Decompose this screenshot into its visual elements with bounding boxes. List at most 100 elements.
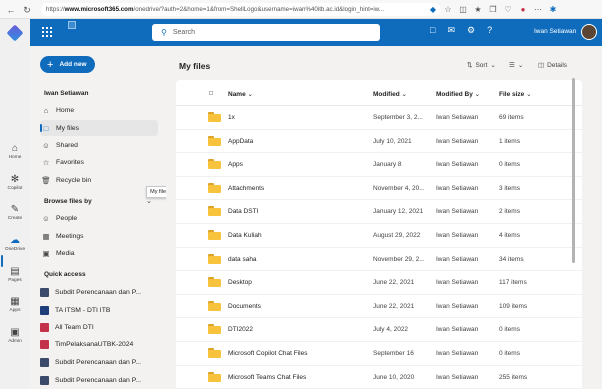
nav-item-recycle-bin[interactable]: 🗑 Recycle bin bbox=[40, 172, 158, 188]
file-name[interactable]: data saha bbox=[228, 256, 257, 263]
column-modified[interactable]: Modified ⌄ bbox=[373, 90, 407, 98]
help-icon[interactable]: ? bbox=[487, 25, 492, 36]
details-pane-icon: ◫ bbox=[538, 62, 545, 69]
main-content: My files ⇅ Sort ⌄ ☰ ⌄ ◫ Details □ Name ⌄… bbox=[166, 46, 602, 389]
rail-onedrive[interactable]: ☁ OneDrive bbox=[0, 235, 30, 252]
nav-item-label: Home bbox=[56, 106, 75, 114]
file-name[interactable]: DTI2022 bbox=[228, 326, 253, 333]
address-bar[interactable]: https://www.microsoft365.com/onedrive/?a… bbox=[41, 3, 441, 16]
column-modified-by[interactable]: Modified By ⌄ bbox=[436, 90, 480, 98]
user-name[interactable]: Iwan Setiawan bbox=[534, 28, 576, 35]
m365-logo-icon[interactable] bbox=[6, 24, 24, 42]
file-modified: January 12, 2021 bbox=[373, 208, 424, 216]
table-row[interactable]: Apps January 8 Iwan Setiawan 0 items bbox=[176, 153, 582, 177]
file-modified: November 29, 2... bbox=[373, 255, 425, 263]
copilot-browser-icon[interactable]: ✱ bbox=[547, 3, 559, 15]
quick-access-item[interactable]: All Team DTI bbox=[40, 319, 158, 335]
file-name[interactable]: Attachments bbox=[228, 185, 264, 192]
table-row[interactable]: Desktop June 22, 2021 Iwan Setiawan 117 ite… bbox=[176, 271, 582, 295]
extension-icon[interactable]: ◆ bbox=[427, 3, 439, 15]
file-modified: July 4, 2022 bbox=[373, 326, 409, 334]
rail-pages[interactable]: ▤ Pages bbox=[0, 266, 30, 283]
quick-access-item[interactable]: Subdit Perencanaan dan P... bbox=[40, 354, 158, 370]
nav-item-favorites[interactable]: ☆ Favorites bbox=[40, 154, 158, 170]
sort-label: Sort bbox=[475, 61, 488, 69]
rail-admin[interactable]: ▣ Admin bbox=[0, 327, 30, 344]
file-name[interactable]: Microsoft Teams Chat Files bbox=[228, 374, 306, 381]
file-name[interactable]: Data Kuliah bbox=[228, 232, 262, 239]
rail-onedrive-label: OneDrive bbox=[4, 247, 26, 252]
nav-item-shared[interactable]: ☺ Shared bbox=[40, 137, 158, 153]
rail-copilot[interactable]: ✻ Copilot bbox=[0, 174, 30, 191]
table-row[interactable]: Documents June 22, 2021 Iwan Setiawan 109 i… bbox=[176, 295, 582, 319]
file-size: 0 items bbox=[499, 326, 520, 334]
column-name[interactable]: Name ⌄ bbox=[228, 90, 253, 98]
nav-item-label: My files bbox=[56, 124, 80, 132]
refresh-icon[interactable]: ↻ bbox=[20, 3, 34, 17]
table-row[interactable]: Attachments November 4, 20... Iwan Setiawa… bbox=[176, 177, 582, 201]
file-name[interactable]: 1x bbox=[228, 114, 235, 121]
nav-item-people[interactable]: ☺ People bbox=[40, 210, 158, 226]
quick-access-label: Subdit Perencanaan dan P... bbox=[55, 358, 142, 366]
nav-item-my-files[interactable]: □ My files bbox=[40, 120, 158, 136]
rail-create[interactable]: ✎ Create bbox=[0, 204, 30, 221]
sort-button[interactable]: ⇅ Sort ⌄ bbox=[467, 61, 496, 70]
favorite-star-icon[interactable]: ☆ bbox=[442, 3, 454, 15]
nav-item-meetings[interactable]: ▦ Meetings bbox=[40, 228, 158, 244]
column-file-size[interactable]: File size ⌄ bbox=[499, 90, 532, 98]
view-options-button[interactable]: ☰ ⌄ bbox=[509, 61, 523, 69]
quick-access-item[interactable]: Subdit Perencanaan dan P... bbox=[40, 284, 158, 300]
feedback-icon[interactable]: ✉ bbox=[447, 25, 455, 36]
avatar[interactable] bbox=[581, 24, 597, 40]
nav-item-home[interactable]: ⌂ Home bbox=[40, 102, 158, 118]
rail-apps[interactable]: ▦ Apps bbox=[0, 296, 30, 313]
file-modified: June 22, 2021 bbox=[373, 279, 415, 287]
admin-icon: ▣ bbox=[10, 327, 20, 338]
scrollbar[interactable] bbox=[572, 78, 575, 263]
favorites-icon[interactable]: ★ bbox=[472, 3, 484, 15]
table-row[interactable]: Microsoft Copilot Chat Files September 16… bbox=[176, 342, 582, 366]
split-screen-icon[interactable]: ◫ bbox=[457, 3, 469, 15]
page-title: My files bbox=[179, 61, 211, 71]
trash-icon: 🗑 bbox=[41, 175, 51, 185]
details-button[interactable]: ◫ Details bbox=[538, 61, 567, 70]
collections-icon[interactable]: ❐ bbox=[487, 3, 499, 15]
table-row[interactable]: Data Kuliah August 29, 2022 Iwan Setiawan 4… bbox=[176, 224, 582, 248]
back-icon[interactable]: ← bbox=[4, 3, 18, 17]
rail-home[interactable]: ⌂ Home bbox=[0, 143, 30, 160]
file-name[interactable]: AppData bbox=[228, 138, 253, 145]
chat-icon[interactable]: □ bbox=[430, 25, 435, 36]
table-row[interactable]: 1x September 3, 2... Iwan Setiawan 69 items bbox=[176, 106, 582, 130]
app-launcher-waffle-icon[interactable] bbox=[42, 27, 52, 37]
file-modified: November 4, 20... bbox=[373, 184, 425, 192]
chevron-down-icon: ⌄ bbox=[474, 91, 481, 98]
folder-icon bbox=[208, 324, 221, 335]
quick-access-item[interactable]: TimPelaksanaUTBK-2024 bbox=[40, 336, 158, 352]
settings-more-icon[interactable]: ⋯ bbox=[532, 3, 544, 15]
table-row[interactable]: AppData July 10, 2021 Iwan Setiawan 1 items bbox=[176, 130, 582, 154]
add-new-button[interactable]: + Add new bbox=[40, 56, 95, 73]
file-name[interactable]: Documents bbox=[228, 303, 261, 310]
file-name[interactable]: Apps bbox=[228, 161, 243, 168]
table-row[interactable]: Data DSTI January 12, 2021 Iwan Setiawan 2 … bbox=[176, 200, 582, 224]
quick-access-item[interactable]: Subdit Perencanaan dan P... bbox=[40, 372, 158, 388]
quick-access-item[interactable]: TA ITSM - DTI ITB bbox=[40, 302, 158, 318]
calendar-icon: ▦ bbox=[42, 231, 50, 241]
file-list-header: □ Name ⌄ Modified ⌄ Modified By ⌄ File s… bbox=[176, 80, 582, 106]
search-box[interactable]: ⚲ Search bbox=[152, 24, 380, 41]
star-icon: ☆ bbox=[42, 157, 50, 167]
copilot-icon: ✻ bbox=[10, 174, 20, 185]
file-name[interactable]: Microsoft Copilot Chat Files bbox=[228, 350, 307, 357]
nav-item-media[interactable]: ▣ Media bbox=[40, 245, 158, 261]
nav-item-label: Favorites bbox=[56, 158, 84, 166]
file-name[interactable]: Data DSTI bbox=[228, 208, 258, 215]
folder-icon bbox=[208, 159, 221, 170]
file-name[interactable]: Desktop bbox=[228, 279, 252, 286]
browser-essentials-icon[interactable]: ♡ bbox=[502, 3, 514, 15]
settings-gear-icon[interactable]: ⚙ bbox=[467, 25, 475, 36]
table-row[interactable]: DTI2022 July 4, 2022 Iwan Setiawan 0 items bbox=[176, 318, 582, 342]
table-row[interactable]: Microsoft Teams Chat Files June 10, 2020 I… bbox=[176, 366, 582, 389]
profile-icon[interactable]: ● bbox=[517, 3, 529, 15]
table-row[interactable]: data saha November 29, 2... Iwan Setiawan 3… bbox=[176, 248, 582, 272]
chevron-down-icon[interactable]: ⌄ bbox=[146, 197, 152, 205]
